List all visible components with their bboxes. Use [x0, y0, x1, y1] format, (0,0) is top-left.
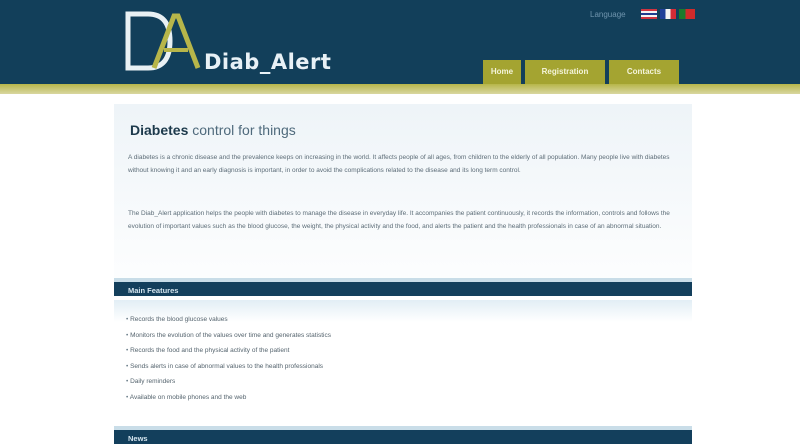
nav-item-home[interactable]: Home — [483, 60, 521, 84]
page-title: Diabetes control for things — [130, 122, 296, 138]
brand-name[interactable]: Diab_Alert — [204, 50, 331, 74]
en-flag-icon[interactable] — [640, 9, 657, 19]
language-selector: Language — [590, 8, 695, 20]
list-item: Daily reminders — [126, 374, 331, 390]
nav-item-contacts[interactable]: Contacts — [609, 60, 679, 84]
diab-alert-logo-icon[interactable] — [122, 10, 202, 72]
features-heading: Main Features — [114, 278, 692, 296]
fr-flag-icon[interactable] — [659, 9, 676, 19]
list-item: Available on mobile phones and the web — [126, 390, 331, 406]
features-list: Records the blood glucose values Monitor… — [126, 312, 331, 405]
site-header: Diab_Alert Language Home Registration Co… — [0, 0, 800, 84]
page-title-bold: Diabetes — [130, 122, 189, 138]
nav-item-registration[interactable]: Registration — [525, 60, 605, 84]
list-item: Records the food and the physical activi… — [126, 343, 331, 359]
news-heading: News — [114, 426, 692, 444]
intro-paragraph-1: A diabetes is a chronic disease and the … — [128, 154, 670, 174]
main-nav: Home Registration Contacts — [483, 60, 683, 84]
list-item: Records the blood glucose values — [126, 312, 331, 328]
intro-paragraph-2: The Diab_Alert application helps the peo… — [128, 210, 670, 230]
list-item: Sends alerts in case of abnormal values … — [126, 359, 331, 375]
list-item: Monitors the evolution of the values ove… — [126, 328, 331, 344]
page-title-rest: control for things — [192, 122, 296, 138]
language-label[interactable]: Language — [590, 10, 626, 19]
header-divider — [0, 84, 800, 94]
pt-flag-icon[interactable] — [678, 9, 695, 19]
